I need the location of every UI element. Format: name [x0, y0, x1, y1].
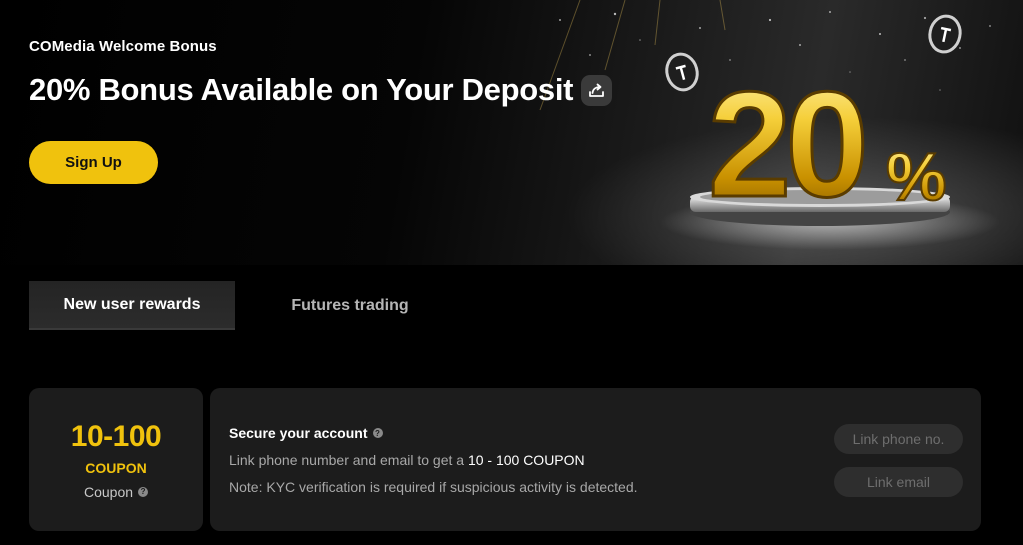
coupon-range: 10-100 [70, 419, 162, 453]
help-icon[interactable]: ? [372, 428, 383, 438]
sign-up-button[interactable]: Sign Up [29, 141, 158, 184]
coin-icon [928, 14, 962, 54]
coupon-sub-label: Coupon ? [83, 483, 149, 500]
promo-title-text: 20% Bonus Available on Your Deposit [29, 72, 574, 107]
task-title: Secure your account ? [229, 425, 383, 441]
bonus-art-percent: % [886, 139, 946, 215]
task-description-text: Link phone number and email to get a [229, 452, 468, 468]
coupon-card: 10-100 COUPON Coupon ? [29, 388, 203, 531]
link-phone-button[interactable]: Link phone no. [834, 424, 963, 454]
task-reward-highlight: 10 - 100 COUPON [467, 452, 585, 468]
coupon-sub-label-text: Coupon [83, 483, 134, 500]
rewards-page: COMedia Welcome Bonus 20% Bonus Availabl… [0, 0, 1023, 545]
coupon-unit: COUPON [85, 459, 147, 476]
bonus-20-percent-graphic: 20 % [660, 14, 1000, 250]
promo-title: 20% Bonus Available on Your Deposit [29, 72, 613, 108]
task-description: Link phone number and email to get a 10 … [229, 452, 585, 468]
reward-tabs: New user rewards Futures trading [29, 281, 465, 330]
promo-label: COMedia Welcome Bonus [29, 38, 217, 55]
bonus-art-number: 20 [708, 60, 863, 228]
task-note: Note: KYC verification is required if su… [229, 479, 638, 495]
share-icon [589, 83, 605, 97]
task-title-text: Secure your account [229, 425, 368, 441]
coin-icon [665, 52, 699, 92]
tab-futures-trading[interactable]: Futures trading [235, 281, 465, 330]
tab-new-user-rewards[interactable]: New user rewards [29, 281, 235, 330]
task-card-secure-account: Secure your account ? Link phone number … [210, 388, 981, 531]
help-icon[interactable]: ? [138, 486, 149, 497]
link-email-button[interactable]: Link email [834, 467, 963, 497]
share-button[interactable] [581, 74, 613, 106]
